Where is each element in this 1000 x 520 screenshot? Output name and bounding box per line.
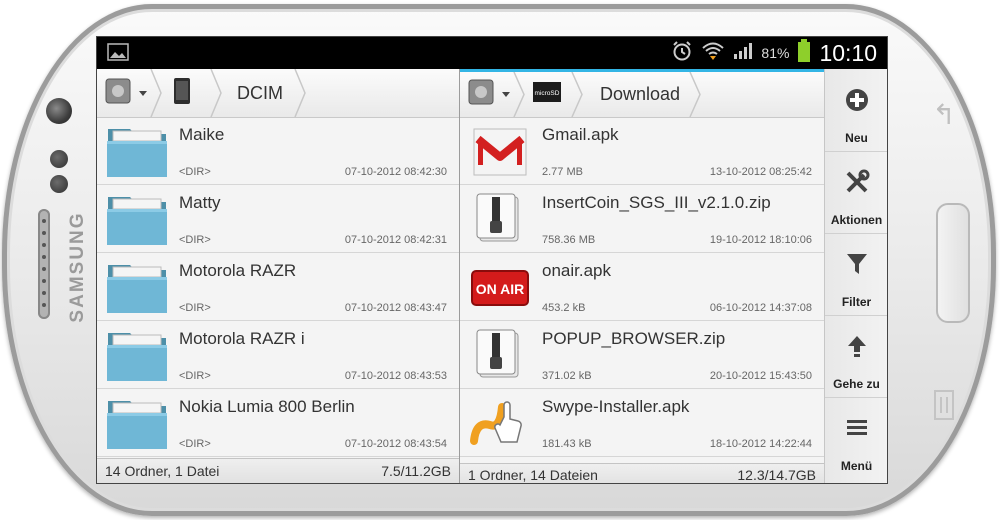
new-button[interactable]: Neu [825,69,887,152]
breadcrumb-device[interactable] [173,69,191,117]
clock: 10:10 [819,39,877,66]
folder-summary: 1 Ordner, 14 Dateien [468,467,598,483]
breadcrumb-separator [294,69,306,117]
list-item[interactable]: Gmail.apk 2.77 MB 13-10-2012 08:25:42 [460,117,824,185]
chevron-down-icon [139,90,147,96]
menu-button[interactable]: Menü [825,397,887,479]
zip-icon [468,191,532,247]
home-button[interactable] [936,203,970,323]
plus-circle-icon [844,87,870,113]
breadcrumb: microSD Download [460,72,824,118]
zip-icon [468,327,532,383]
menu-key-icon[interactable] [932,386,956,424]
storage-usage: 7.5/11.2GB [381,463,451,479]
breadcrumb-separator [571,72,583,117]
list-item[interactable]: Matty <DIR> 07-10-2012 08:42:31 [97,185,459,253]
android-root-icon [468,79,494,110]
swype-icon [468,395,532,451]
list-item[interactable]: Nokia Lumia 800 Berlin <DIR> 07-10-2012 … [97,389,459,457]
filter-icon [844,251,870,277]
sd-card-icon: microSD [532,81,562,108]
actions-button[interactable]: Aktionen [825,151,887,234]
battery-icon [797,38,811,68]
folder-icon [105,327,169,383]
alarm-icon [671,40,693,67]
list-item[interactable]: POPUP_BROWSER.zip 371.02 kB 20-10-2012 1… [460,321,824,389]
list-item[interactable]: Swype-Installer.apk 181.43 kB 18-10-2012… [460,389,824,457]
arrow-up-icon [844,333,870,359]
file-list: Gmail.apk 2.77 MB 13-10-2012 08:25:42 In… [460,117,824,458]
folder-icon [105,123,169,179]
folder-icon [105,259,169,315]
pane-footer: 14 Ordner, 1 Datei 7.5/11.2GB [97,458,459,483]
proximity-sensor [50,150,68,168]
action-bar: Neu Aktionen Filter Gehe zu Menü [824,69,887,483]
list-item[interactable]: Motorola RAZR i <DIR> 07-10-2012 08:43:5… [97,321,459,389]
breadcrumb-dcim[interactable]: DCIM [237,69,283,117]
list-item[interactable]: InsertCoin_SGS_III_v2.1.0.zip 758.36 MB … [460,185,824,253]
filter-button[interactable]: Filter [825,233,887,316]
chevron-down-icon [502,92,510,97]
svg-text:microSD: microSD [535,90,560,97]
folder-icon [105,191,169,247]
phone-icon [173,77,191,110]
on-air-icon: ON AIR [468,259,532,315]
menu-icon [844,415,870,441]
breadcrumb-download[interactable]: Download [600,72,680,117]
go-to-button[interactable]: Gehe zu [825,315,887,398]
root-menu-button[interactable] [105,69,147,117]
folder-summary: 14 Ordner, 1 Datei [105,463,220,479]
list-item[interactable]: ON AIR onair.apk 453.2 kB 06-10-2012 14:… [460,253,824,321]
breadcrumb: DCIM [97,69,459,118]
back-key-icon[interactable]: ↰ [930,98,958,136]
breadcrumb-separator [210,69,222,117]
status-bar: 81% 10:10 [97,37,887,69]
screen: 81% 10:10 DCIM Maike <DIR> 07-10-2012 08… [96,36,888,484]
tools-icon [844,169,870,195]
gallery-notification-icon [107,43,129,61]
breadcrumb-separator [513,72,525,117]
gmail-icon [468,123,532,179]
list-item[interactable]: Motorola RAZR <DIR> 07-10-2012 08:43:47 [97,253,459,321]
root-menu-button[interactable] [468,72,510,117]
breadcrumb-sdcard[interactable]: microSD [532,72,562,117]
storage-usage: 12.3/14.7GB [737,467,816,483]
light-sensor [50,175,68,193]
breadcrumb-separator [689,72,701,117]
battery-percent: 81% [761,45,790,61]
svg-text:ON AIR: ON AIR [476,281,524,297]
left-pane: DCIM Maike <DIR> 07-10-2012 08:42:30 Mat… [97,69,460,483]
pane-footer: 1 Ordner, 14 Dateien 12.3/14.7GB [460,463,824,483]
signal-icon [733,42,753,65]
right-pane: microSD Download Gmail.apk 2.77 MB 13-10… [460,69,824,483]
earpiece-speaker [38,209,50,319]
folder-icon [105,395,169,451]
list-item[interactable]: Maike <DIR> 07-10-2012 08:42:30 [97,117,459,185]
file-list: Maike <DIR> 07-10-2012 08:42:30 Matty <D… [97,117,459,458]
front-camera [46,98,72,124]
breadcrumb-separator [150,69,162,117]
android-root-icon [105,78,131,109]
wifi-icon [701,40,725,67]
